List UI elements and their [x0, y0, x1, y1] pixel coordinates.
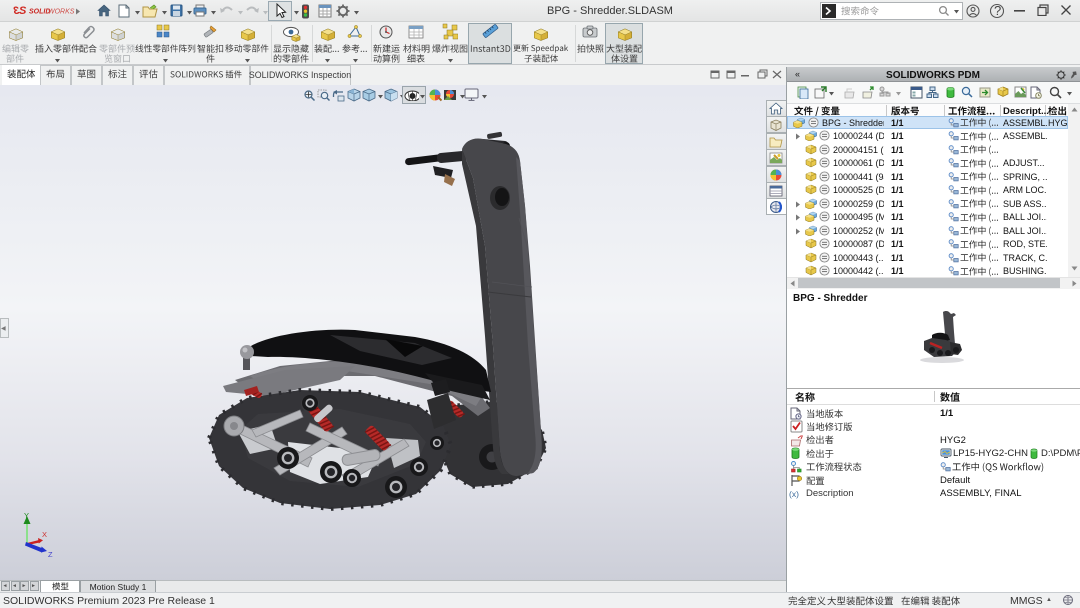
- svg-text:Y: Y: [24, 512, 29, 520]
- svg-text:(x): (x): [789, 489, 799, 499]
- svg-text:WORKS: WORKS: [48, 8, 75, 15]
- svg-text:S: S: [19, 5, 27, 17]
- svg-text:X: X: [42, 530, 47, 539]
- svg-text:Z: Z: [48, 550, 53, 558]
